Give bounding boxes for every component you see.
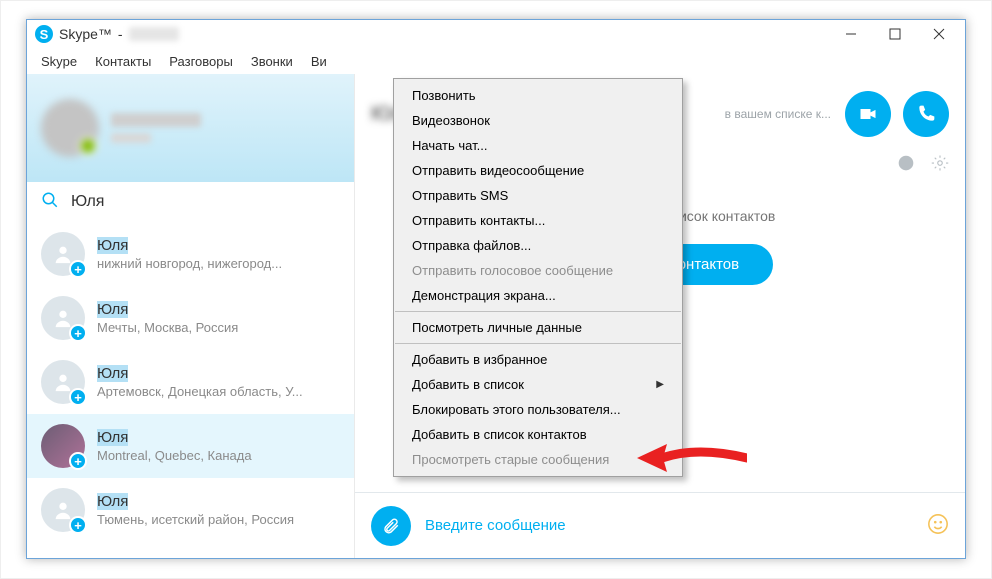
context-menu-item-label: Блокировать этого пользователя... (412, 402, 621, 417)
context-menu-item[interactable]: Посмотреть личные данные (394, 315, 682, 340)
context-menu-separator (395, 343, 681, 344)
titlebar: S Skype™ - (27, 20, 965, 48)
sidebar: + Юля нижний новгород, нижегород... + Юля Меч… (27, 74, 355, 558)
window-controls (829, 21, 961, 47)
add-contact-badge-icon: + (69, 260, 87, 278)
search-input[interactable] (71, 193, 340, 211)
contact-avatar: + (41, 424, 85, 468)
submenu-arrow-icon: ▶ (656, 379, 664, 390)
add-contact-badge-icon: + (69, 516, 87, 534)
menu-contacts[interactable]: Контакты (87, 51, 159, 72)
context-menu-item-label: Добавить в список (412, 377, 524, 392)
contact-context-menu: Позвонить Видеозвонок Начать чат... Отправи… (393, 78, 683, 477)
contact-avatar: + (41, 296, 85, 340)
close-button[interactable] (917, 21, 961, 47)
contact-name: Юля (97, 365, 303, 382)
profile-name (111, 113, 201, 127)
context-menu-item[interactable]: Позвонить (394, 83, 682, 108)
context-menu-item[interactable]: Отправка файлов... (394, 233, 682, 258)
contact-location: Тюмень, исетский район, Россия (97, 512, 294, 527)
app-label: Skype™ (59, 26, 112, 42)
context-menu-item-label: Демонстрация экрана... (412, 288, 556, 303)
context-menu-item-label: Посмотреть личные данные (412, 320, 582, 335)
search-row (27, 182, 354, 222)
contact-item[interactable]: + Юля Тюмень, исетский район, Россия (27, 478, 354, 542)
contact-name: Юля (97, 493, 294, 510)
emoji-button[interactable] (927, 513, 949, 538)
skype-logo-icon: S (35, 25, 53, 43)
context-menu-item: Отправить голосовое сообщение (394, 258, 682, 283)
profile-area[interactable] (27, 74, 354, 182)
gear-icon[interactable] (931, 154, 949, 172)
window-title: Skype™ - (59, 26, 179, 42)
contact-name: Юля (97, 237, 282, 254)
context-menu-item-label: Видеозвонок (412, 113, 490, 128)
profile-avatar[interactable] (41, 99, 99, 157)
context-menu-item-label: Позвонить (412, 88, 476, 103)
context-menu-item[interactable]: Отправить SMS (394, 183, 682, 208)
context-menu-item[interactable]: Отправить видеосообщение (394, 158, 682, 183)
contact-location: нижний новгород, нижегород... (97, 256, 282, 271)
context-menu-item[interactable]: Добавить в избранное (394, 347, 682, 372)
context-menu-item-label: Отправить контакты... (412, 213, 545, 228)
context-menu-item-label: Отправка файлов... (412, 238, 531, 253)
context-menu-item[interactable]: Блокировать этого пользователя... (394, 397, 682, 422)
contact-name: Юля (97, 429, 252, 446)
profile-status (111, 133, 151, 143)
context-menu-item[interactable]: Демонстрация экрана... (394, 283, 682, 308)
context-menu-item-label: Добавить в избранное (412, 352, 547, 367)
context-menu-item[interactable]: Начать чат... (394, 133, 682, 158)
contact-location: Артемовск, Донецкая область, У... (97, 384, 303, 399)
context-menu-item[interactable]: Добавить в список ▶ (394, 372, 682, 397)
context-menu-item[interactable]: Отправить контакты... (394, 208, 682, 233)
add-contact-badge-icon: + (69, 388, 87, 406)
app-window: S Skype™ - Skype Контакты Разговоры Звон… (26, 19, 966, 559)
menu-view[interactable]: Ви (303, 51, 335, 72)
contact-avatar: + (41, 232, 85, 276)
contact-item[interactable]: + Юля Артемовск, Донецкая область, У... (27, 350, 354, 414)
menu-skype[interactable]: Skype (33, 51, 85, 72)
contact-item[interactable]: + Юля нижний новгород, нижегород... (27, 222, 354, 286)
contact-name: Юля (97, 301, 238, 318)
add-contact-badge-icon: + (69, 452, 87, 470)
context-menu-item-label: Добавить в список контактов (412, 427, 587, 442)
context-menu-item[interactable]: Добавить в список контактов (394, 422, 682, 447)
video-call-button[interactable] (845, 91, 891, 137)
menu-calls[interactable]: Звонки (243, 51, 301, 72)
context-menu-item-label: Начать чат... (412, 138, 487, 153)
title-username (129, 27, 179, 41)
context-menu-item-label: Отправить SMS (412, 188, 508, 203)
menubar: Skype Контакты Разговоры Звонки Ви (27, 48, 965, 74)
contact-location: Мечты, Москва, Россия (97, 320, 238, 335)
menu-conversations[interactable]: Разговоры (161, 51, 241, 72)
minimize-button[interactable] (829, 21, 873, 47)
contacts-list: + Юля нижний новгород, нижегород... + Юля Меч… (27, 222, 354, 558)
context-menu-item-label: Просмотреть старые сообщения (412, 452, 609, 467)
globe-icon[interactable] (897, 154, 915, 172)
context-menu-item-label: Отправить голосовое сообщение (412, 263, 613, 278)
search-icon (41, 191, 59, 212)
context-menu-item[interactable]: Видеозвонок (394, 108, 682, 133)
contact-avatar: + (41, 488, 85, 532)
attach-button[interactable] (371, 506, 411, 546)
contact-avatar: + (41, 360, 85, 404)
context-menu-item: Просмотреть старые сообщения (394, 447, 682, 472)
message-input[interactable]: Введите сообщение (425, 517, 913, 534)
title-sep: - (118, 26, 123, 42)
composer: Введите сообщение (355, 492, 965, 558)
context-menu-item-label: Отправить видеосообщение (412, 163, 584, 178)
add-contact-badge-icon: + (69, 324, 87, 342)
maximize-button[interactable] (873, 21, 917, 47)
contact-item[interactable]: + Юля Мечты, Москва, Россия (27, 286, 354, 350)
context-menu-separator (395, 311, 681, 312)
contact-location: Montreal, Quebec, Канада (97, 448, 252, 463)
contact-item[interactable]: + Юля Montreal, Quebec, Канада (27, 414, 354, 478)
call-actions (845, 91, 949, 137)
audio-call-button[interactable] (903, 91, 949, 137)
